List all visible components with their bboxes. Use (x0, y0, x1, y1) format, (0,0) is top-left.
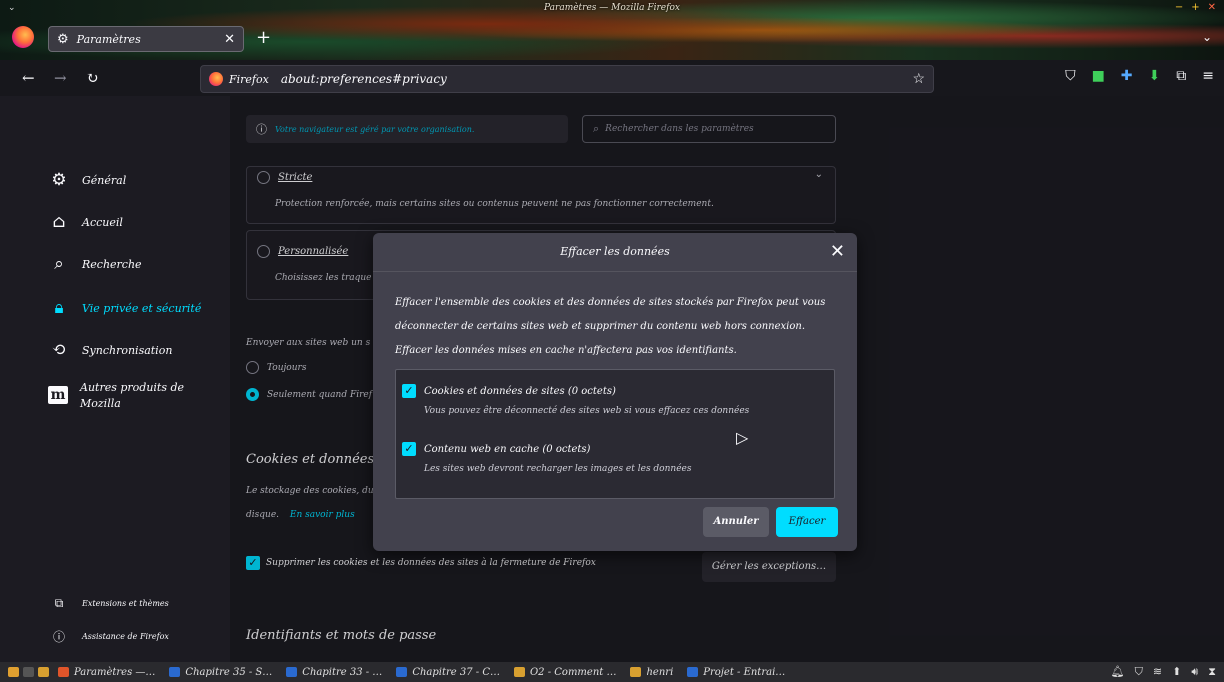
folder-task-icon (630, 667, 642, 677)
cancel-button[interactable]: Annuler (703, 507, 769, 537)
help-icon: ⓘ (52, 630, 65, 644)
firefox-task-icon (58, 667, 69, 677)
pocket-icon[interactable]: ⛉ (1065, 68, 1076, 84)
close-icon[interactable]: ✕ (830, 241, 845, 262)
preferences-sidebar: ⚙ Général ⌂ Accueil ⌕ Recherche 🔒︎ Vie p… (0, 96, 230, 662)
sidebar-item-label: Assistance de Firefox (82, 632, 169, 641)
update-icon[interactable]: ⬆ (1172, 665, 1181, 679)
sidebar-item-label: Extensions et thèmes (82, 599, 169, 608)
list-tabs-icon[interactable]: ⌄ (1202, 30, 1212, 44)
taskbar-item[interactable]: henri (625, 663, 678, 681)
firefox-logo-icon[interactable] (12, 26, 34, 48)
system-tray: 🔔︎ ⛉ ≋ ⬆ 🔊︎ ⧗ (1111, 665, 1216, 679)
mouse-cursor-icon: ▷ (736, 428, 749, 447)
taskbar-item[interactable]: Chapitre 35 - S… (164, 663, 277, 681)
sidebar-item-privacy[interactable]: 🔒︎ Vie privée et sécurité (48, 298, 201, 318)
document-task-icon (396, 667, 408, 677)
notification-icon[interactable]: 🔔︎ (1111, 665, 1125, 679)
back-icon[interactable]: ← (22, 69, 35, 87)
url-input[interactable]: about:preferences#privacy (275, 72, 907, 86)
forward-icon[interactable]: → (54, 69, 67, 87)
gear-icon: ⚙ (57, 31, 69, 47)
sidebar-item-general[interactable]: ⚙ Général (48, 170, 126, 190)
sync-icon: ⟲ (51, 340, 67, 360)
window-controls: − + ✕ (1175, 2, 1216, 13)
toolbar-icons: ⛉ ■ ✚ ⬇ ⧉ ≡ (1065, 68, 1214, 84)
dialog-description: Effacer l'ensemble des cookies et des do… (395, 297, 826, 356)
clear-button[interactable]: Effacer (776, 507, 838, 537)
taskbar-item[interactable]: Chapitre 37 - C… (391, 663, 505, 681)
sidebar-item-label: Recherche (82, 257, 142, 271)
sidebar-item-sync[interactable]: ⟲ Synchronisation (48, 340, 173, 360)
sidebar-item-label: Vie privée et sécurité (82, 301, 202, 315)
cookies-checkbox[interactable]: ✓ Cookies et données de sites (0 octets) (402, 384, 616, 398)
clock-icon[interactable]: ⧗ (1208, 665, 1216, 679)
taskbar-item[interactable]: Projet - Entrai… (682, 663, 790, 681)
app-menu-icon[interactable] (8, 667, 19, 677)
sidebar-item-mozilla[interactable]: m Autres produits de Mozilla (48, 380, 190, 412)
lock-icon: 🔒︎ (54, 298, 64, 318)
checkmark-icon[interactable]: ✓ (402, 442, 416, 456)
checkmark-icon[interactable]: ✓ (402, 384, 416, 398)
volume-icon[interactable]: 🔊︎ (1191, 665, 1198, 679)
taskbar-item[interactable]: O2 - Comment … (509, 663, 622, 681)
cache-option-desc: Les sites web devront recharger les imag… (424, 464, 692, 474)
close-window-icon[interactable]: ✕ (1208, 2, 1216, 13)
document-task-icon (687, 667, 699, 677)
minimize-icon[interactable]: − (1175, 2, 1183, 13)
puzzle-icon: ⧉ (54, 596, 64, 610)
extension-green-icon[interactable]: ■ (1092, 68, 1105, 84)
sidebar-item-label: Accueil (82, 215, 123, 229)
sidebar-item-label: Synchronisation (82, 343, 173, 357)
document-task-icon (169, 667, 181, 677)
close-tab-icon[interactable]: ✕ (224, 32, 235, 47)
show-desktop-icon[interactable] (23, 667, 34, 677)
sidebar-item-search[interactable]: ⌕ Recherche (48, 254, 142, 274)
sidebar-item-extensions[interactable]: ⧉ Extensions et thèmes (48, 596, 169, 611)
url-brand: Firefox (229, 72, 269, 86)
navigation-bar: ← → ↻ Firefox about:preferences#privacy … (0, 60, 1224, 96)
tab-label: Paramètres (76, 32, 141, 46)
folder-task-icon (513, 667, 525, 677)
extensions-puzzle-icon[interactable]: ⧉ (1176, 68, 1186, 84)
taskbar-item[interactable]: Chapitre 33 - … (281, 663, 387, 681)
files-icon[interactable] (38, 667, 49, 677)
wifi-icon[interactable]: ≋ (1153, 665, 1162, 679)
home-icon: ⌂ (52, 212, 66, 232)
taskbar: Paramètres —… Chapitre 35 - S… Chapitre … (0, 662, 1224, 682)
taskbar-item[interactable]: Paramètres —… (53, 663, 160, 681)
dialog-divider (373, 271, 857, 272)
document-task-icon (286, 667, 298, 677)
bookmark-star-icon[interactable]: ☆ (912, 71, 925, 87)
sidebar-item-home[interactable]: ⌂ Accueil (48, 212, 123, 232)
extension-blue-icon[interactable]: ✚ (1121, 68, 1133, 84)
reload-icon[interactable]: ↻ (86, 69, 99, 87)
url-bar[interactable]: Firefox about:preferences#privacy ☆ (200, 65, 934, 93)
sidebar-item-label: Autres produits de Mozilla (80, 381, 185, 410)
download-icon[interactable]: ⬇ (1149, 68, 1161, 84)
firefox-identity-icon[interactable] (209, 72, 223, 86)
dialog-options-box: ✓ Cookies et données de sites (0 octets)… (395, 369, 835, 499)
mozilla-icon: m (48, 386, 68, 404)
new-tab-button[interactable]: + (256, 27, 271, 48)
cache-checkbox[interactable]: ✓ Contenu web en cache (0 octets) (402, 442, 590, 456)
title-bar: ⌄ Paramètres — Mozilla Firefox − + ✕ ⚙ P… (0, 0, 1224, 60)
maximize-icon[interactable]: + (1191, 2, 1199, 13)
sidebar-item-support[interactable]: ⓘ Assistance de Firefox (48, 628, 169, 645)
clear-data-dialog: Effacer les données ✕ Effacer l'ensemble… (373, 233, 857, 551)
tab-settings[interactable]: ⚙ Paramètres ✕ (48, 26, 244, 52)
dialog-title: Effacer les données (560, 245, 670, 258)
cookies-option-desc: Vous pouvez être déconnecté des sites we… (424, 406, 750, 416)
gear-icon: ⚙ (51, 170, 67, 190)
search-icon: ⌕ (54, 254, 64, 274)
window-title: Paramètres — Mozilla Firefox (544, 3, 680, 13)
shield-icon[interactable]: ⛉ (1135, 665, 1143, 679)
sidebar-item-label: Général (82, 173, 127, 187)
menu-icon[interactable]: ≡ (1202, 68, 1214, 84)
